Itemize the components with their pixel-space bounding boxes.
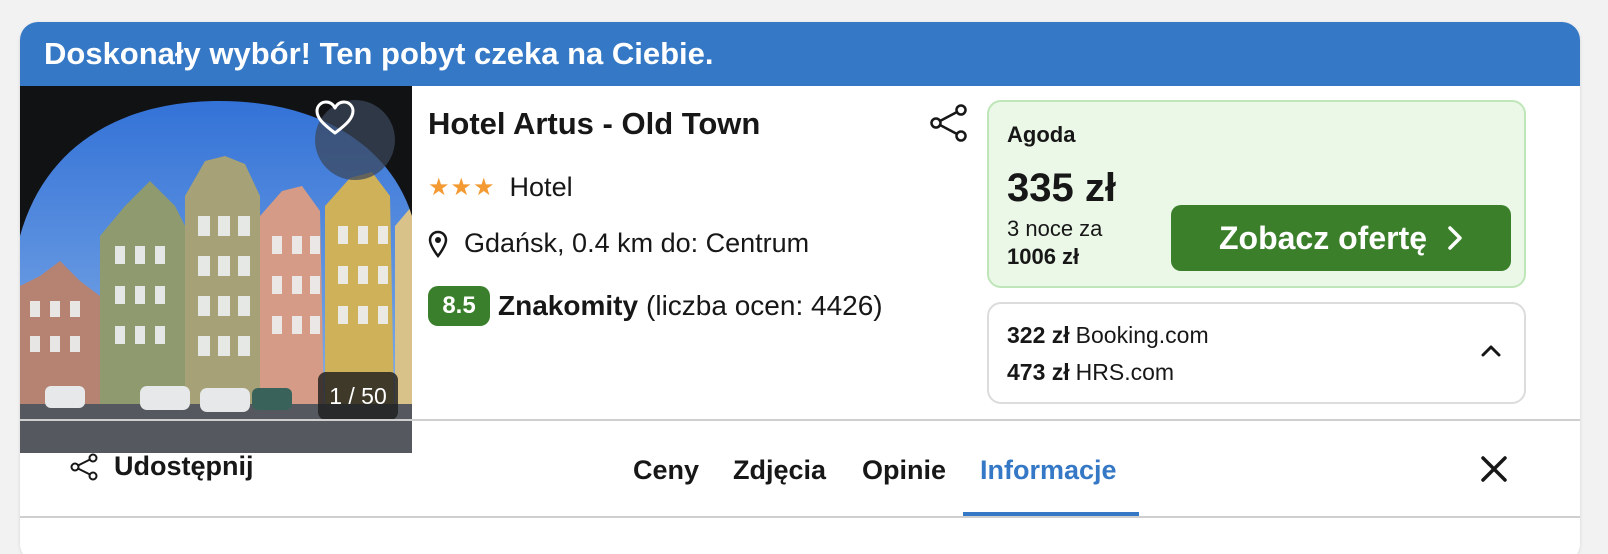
- other-offer-row[interactable]: 473 zł HRS.com: [1007, 359, 1174, 386]
- close-icon: [1481, 456, 1507, 482]
- share-tab-button[interactable]: Udostępnij: [70, 451, 254, 482]
- share-icon: [70, 453, 98, 480]
- other-offer-provider: HRS.com: [1075, 359, 1175, 385]
- tab-ceny[interactable]: Ceny: [633, 455, 699, 486]
- rating-score-badge: 8.5: [428, 286, 490, 326]
- promo-banner: Doskonały wybór! Ten pobyt czeka na Cieb…: [20, 22, 1580, 86]
- heart-icon: [315, 100, 355, 135]
- offer-total: 1006 zł: [1007, 244, 1080, 269]
- other-offer-row[interactable]: 322 zł Booking.com: [1007, 322, 1209, 349]
- share-tab-label: Udostępnij: [114, 451, 254, 481]
- close-button[interactable]: [1480, 455, 1508, 488]
- collapse-offers-button[interactable]: [1480, 344, 1502, 363]
- photo-counter: 1 / 50: [318, 372, 398, 420]
- star-rating: ★★★: [428, 174, 496, 201]
- tab-zdjecia[interactable]: Zdjęcia: [733, 455, 826, 486]
- hotel-name[interactable]: Hotel Artus - Old Town: [428, 106, 760, 142]
- best-offer-box: Agoda 335 zł 3 noce za 1006 zł Zobacz of…: [987, 100, 1526, 288]
- rating-count: (liczba ocen: 4426): [646, 290, 883, 321]
- pin-icon: [428, 230, 448, 258]
- share-button[interactable]: [930, 104, 968, 147]
- hotel-class: ★★★ Hotel: [428, 172, 573, 203]
- accommodation-type: Hotel: [509, 172, 573, 202]
- other-offer-price: 322 zł: [1007, 322, 1070, 348]
- other-offer-price: 473 zł: [1007, 359, 1070, 385]
- divider: [20, 516, 1580, 518]
- hotel-location[interactable]: Gdańsk, 0.4 km do: Centrum: [428, 228, 809, 259]
- tab-opinie[interactable]: Opinie: [862, 455, 946, 486]
- other-offer-provider: Booking.com: [1075, 322, 1209, 348]
- other-offers-box[interactable]: 322 zł Booking.com 473 zł HRS.com: [987, 302, 1526, 404]
- tab-informacje[interactable]: Informacje: [980, 455, 1117, 486]
- view-deal-button[interactable]: Zobacz ofertę: [1171, 205, 1511, 271]
- offer-provider: Agoda: [1007, 122, 1076, 147]
- hotel-photo[interactable]: 1 / 50: [20, 86, 412, 453]
- chevron-right-icon: [1448, 226, 1462, 250]
- chevron-up-icon: [1481, 345, 1501, 357]
- location-text: Gdańsk, 0.4 km do: Centrum: [464, 228, 810, 258]
- rating-label: Znakomity: [498, 290, 639, 321]
- offer-price: 335 zł: [1007, 166, 1116, 210]
- favorite-button[interactable]: [315, 100, 395, 180]
- share-icon: [930, 104, 967, 142]
- guest-rating[interactable]: 8.5 Znakomity (liczba ocen: 4426): [428, 286, 883, 326]
- offer-nights: 3 noce za: [1007, 216, 1103, 241]
- view-deal-label: Zobacz ofertę: [1218, 219, 1428, 256]
- hotel-card: Doskonały wybór! Ten pobyt czeka na Cieb…: [20, 22, 1580, 554]
- detail-tabs: Udostępnij Ceny Zdjęcia Opinie Informacj…: [20, 421, 1580, 517]
